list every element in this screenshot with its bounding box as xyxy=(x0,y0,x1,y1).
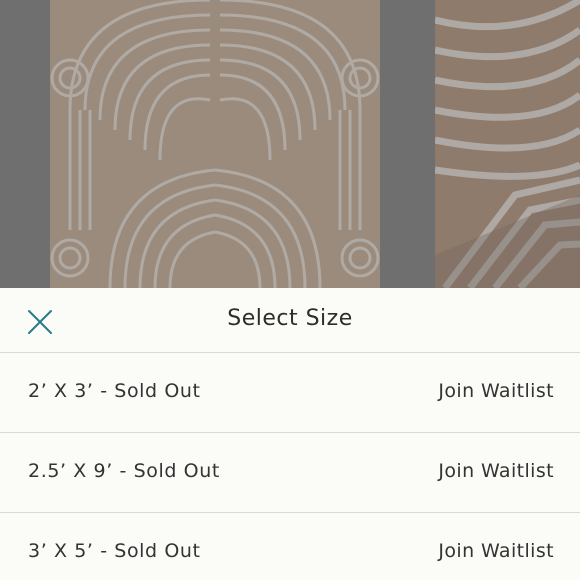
select-size-sheet: Select Size 2’ X 3’ - Sold Out Join Wait… xyxy=(0,288,580,580)
size-option-row[interactable]: 2’ X 3’ - Sold Out Join Waitlist xyxy=(0,353,580,433)
join-waitlist-button[interactable]: Join Waitlist xyxy=(438,460,554,482)
join-waitlist-button[interactable]: Join Waitlist xyxy=(438,380,554,402)
modal-backdrop[interactable] xyxy=(0,0,580,288)
size-option-row[interactable]: 2.5’ X 9’ - Sold Out Join Waitlist xyxy=(0,433,580,513)
sheet-title: Select Size xyxy=(227,306,353,331)
size-option-label: 3’ X 5’ - Sold Out xyxy=(28,540,201,562)
size-selector-screen: Select Size 2’ X 3’ - Sold Out Join Wait… xyxy=(0,0,580,580)
size-option-label: 2.5’ X 9’ - Sold Out xyxy=(28,460,220,482)
join-waitlist-button[interactable]: Join Waitlist xyxy=(438,540,554,562)
size-option-row[interactable]: 3’ X 5’ - Sold Out Join Waitlist xyxy=(0,513,580,580)
sheet-header: Select Size xyxy=(0,288,580,353)
product-image-gallery xyxy=(0,0,580,288)
size-option-label: 2’ X 3’ - Sold Out xyxy=(28,380,201,402)
